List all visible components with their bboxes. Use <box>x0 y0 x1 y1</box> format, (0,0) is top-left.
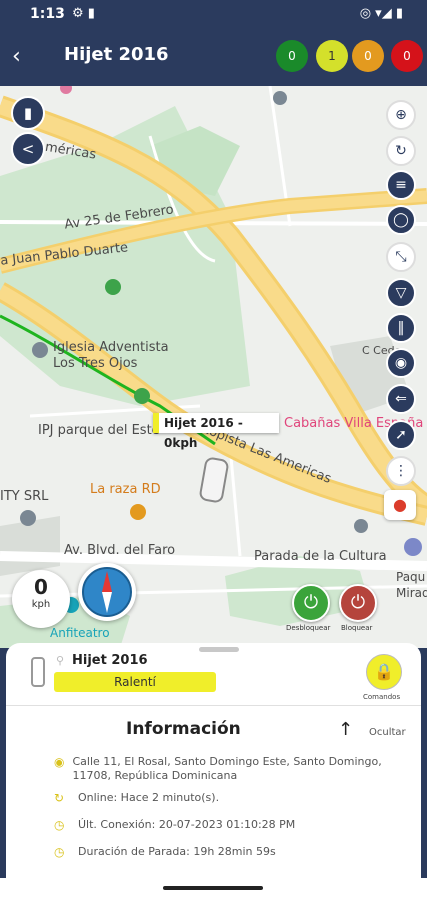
unlock-label: Desbloquear <box>286 624 331 632</box>
back-arrow-icon[interactable]: ‹ <box>12 42 36 72</box>
counter-yellow[interactable]: 1 <box>316 40 348 72</box>
hide-button[interactable]: Ocultar <box>369 727 406 738</box>
map-label-iglesia: Iglesia Adventista <box>53 340 169 355</box>
refresh-icon[interactable]: ↻ <box>386 136 416 166</box>
map-label-anfiteatro: Anfiteatro <box>50 626 110 640</box>
pin-icon: ◉ <box>54 755 65 769</box>
status-badge: Ralentí <box>54 672 216 692</box>
home-indicator[interactable] <box>163 886 263 890</box>
car-icon[interactable]: ▮ <box>11 96 45 130</box>
speed-unit: kph <box>31 599 51 610</box>
map-label-tres-ojos: Los Tres Ojos <box>53 356 138 371</box>
commands-label: Comandos <box>363 693 401 701</box>
status-notification-icons: ⚙ ▮ <box>72 6 95 21</box>
info-row-stop-duration: ◷ Duración de Parada: 19h 28min 59s <box>54 845 404 861</box>
map-label-raza: La raza RD <box>90 482 161 497</box>
info-row-online: ↻ Online: Hace 2 minuto(s). <box>54 791 404 807</box>
online-text: Online: Hace 2 minuto(s). <box>78 791 220 804</box>
status-system-icons: ◎ ▾◢ ▮ <box>359 6 403 21</box>
clock-icon: ◷ <box>54 818 65 832</box>
vehicle-info-sheet[interactable]: ⚲ Hijet 2016 Ralentí 🔒 Comandos Informac… <box>6 643 421 878</box>
map[interactable]: Américas Av 25 de Febrero a Juan Pablo D… <box>0 86 427 648</box>
map-label-ipj: IPJ parque del Este <box>38 423 160 438</box>
layers-icon[interactable]: ≡ <box>386 170 416 200</box>
drag-handle[interactable] <box>199 647 239 652</box>
route-back-icon[interactable]: ⇐ <box>386 384 416 414</box>
gesture-nav-bar <box>0 878 427 900</box>
commands-lock-icon[interactable]: 🔒 <box>366 654 402 690</box>
stop-duration-text: Duración de Parada: 19h 28min 59s <box>78 845 276 858</box>
pin-icon[interactable]: ◉ <box>386 348 416 378</box>
vehicle-marker-label[interactable]: Hijet 2016 - 0kph <box>153 413 279 450</box>
map-label-bulevar: Av. Blvd. del Faro <box>64 543 176 558</box>
counter-red[interactable]: 0 <box>391 40 423 72</box>
traffic-light-icon[interactable]: ⋮ <box>386 456 416 486</box>
fullscreen-icon[interactable]: ⤡ <box>386 242 416 272</box>
share-icon[interactable]: < <box>11 132 45 166</box>
app-bar: ‹ Hijet 2016 0 1 0 0 <box>0 30 427 86</box>
road-icon[interactable]: ‖ <box>386 313 416 343</box>
clock-icon: ◷ <box>54 845 65 859</box>
map-label-ity: ITY SRL <box>0 489 49 504</box>
status-bar: 1:13 ⚙ ▮ ◎ ▾◢ ▮ <box>0 0 427 30</box>
google-maps-icon[interactable]: ● <box>384 490 416 520</box>
navigate-icon[interactable]: ➚ <box>386 420 416 450</box>
counter-green[interactable]: 0 <box>276 40 308 72</box>
speed-gauge: 0 kph <box>12 570 70 628</box>
map-label-mirad: Mirad <box>396 586 427 600</box>
compass-icon[interactable] <box>78 563 136 621</box>
lock-label: Bloquear <box>341 624 373 632</box>
vehicle-thumb-icon <box>31 657 45 687</box>
lock-button[interactable]: ⏻ <box>339 584 377 622</box>
page-title: Hijet 2016 <box>64 44 169 65</box>
address-text: Calle 11, El Rosal, Santo Domingo Este, … <box>72 755 382 782</box>
counter-orange[interactable]: 0 <box>352 40 384 72</box>
collapse-arrow-icon[interactable]: ↑ <box>338 719 353 740</box>
unlock-button[interactable]: ⏻ <box>292 584 330 622</box>
status-time: 1:13 <box>30 6 65 22</box>
key-icon: ⚲ <box>56 654 65 667</box>
circle-target-icon[interactable]: ◯ <box>386 205 416 235</box>
info-row-last-connection: ◷ Últ. Conexión: 20-07-2023 01:10:28 PM <box>54 818 404 834</box>
last-connection-text: Últ. Conexión: 20-07-2023 01:10:28 PM <box>78 818 296 831</box>
map-label-parada: Parada de la Cultura <box>254 549 387 564</box>
geofence-icon[interactable]: ▽ <box>386 278 416 308</box>
vehicle-name: Hijet 2016 <box>72 653 148 668</box>
map-label-paque: Paqu <box>396 570 426 584</box>
info-title: Información <box>126 719 241 739</box>
info-row-address: ◉ Calle 11, El Rosal, Santo Domingo Este… <box>54 755 404 783</box>
speed-value: 0 <box>34 575 48 599</box>
signal-icon: ↻ <box>54 791 65 805</box>
locate-icon[interactable]: ⊕ <box>386 100 416 130</box>
divider <box>6 705 421 706</box>
